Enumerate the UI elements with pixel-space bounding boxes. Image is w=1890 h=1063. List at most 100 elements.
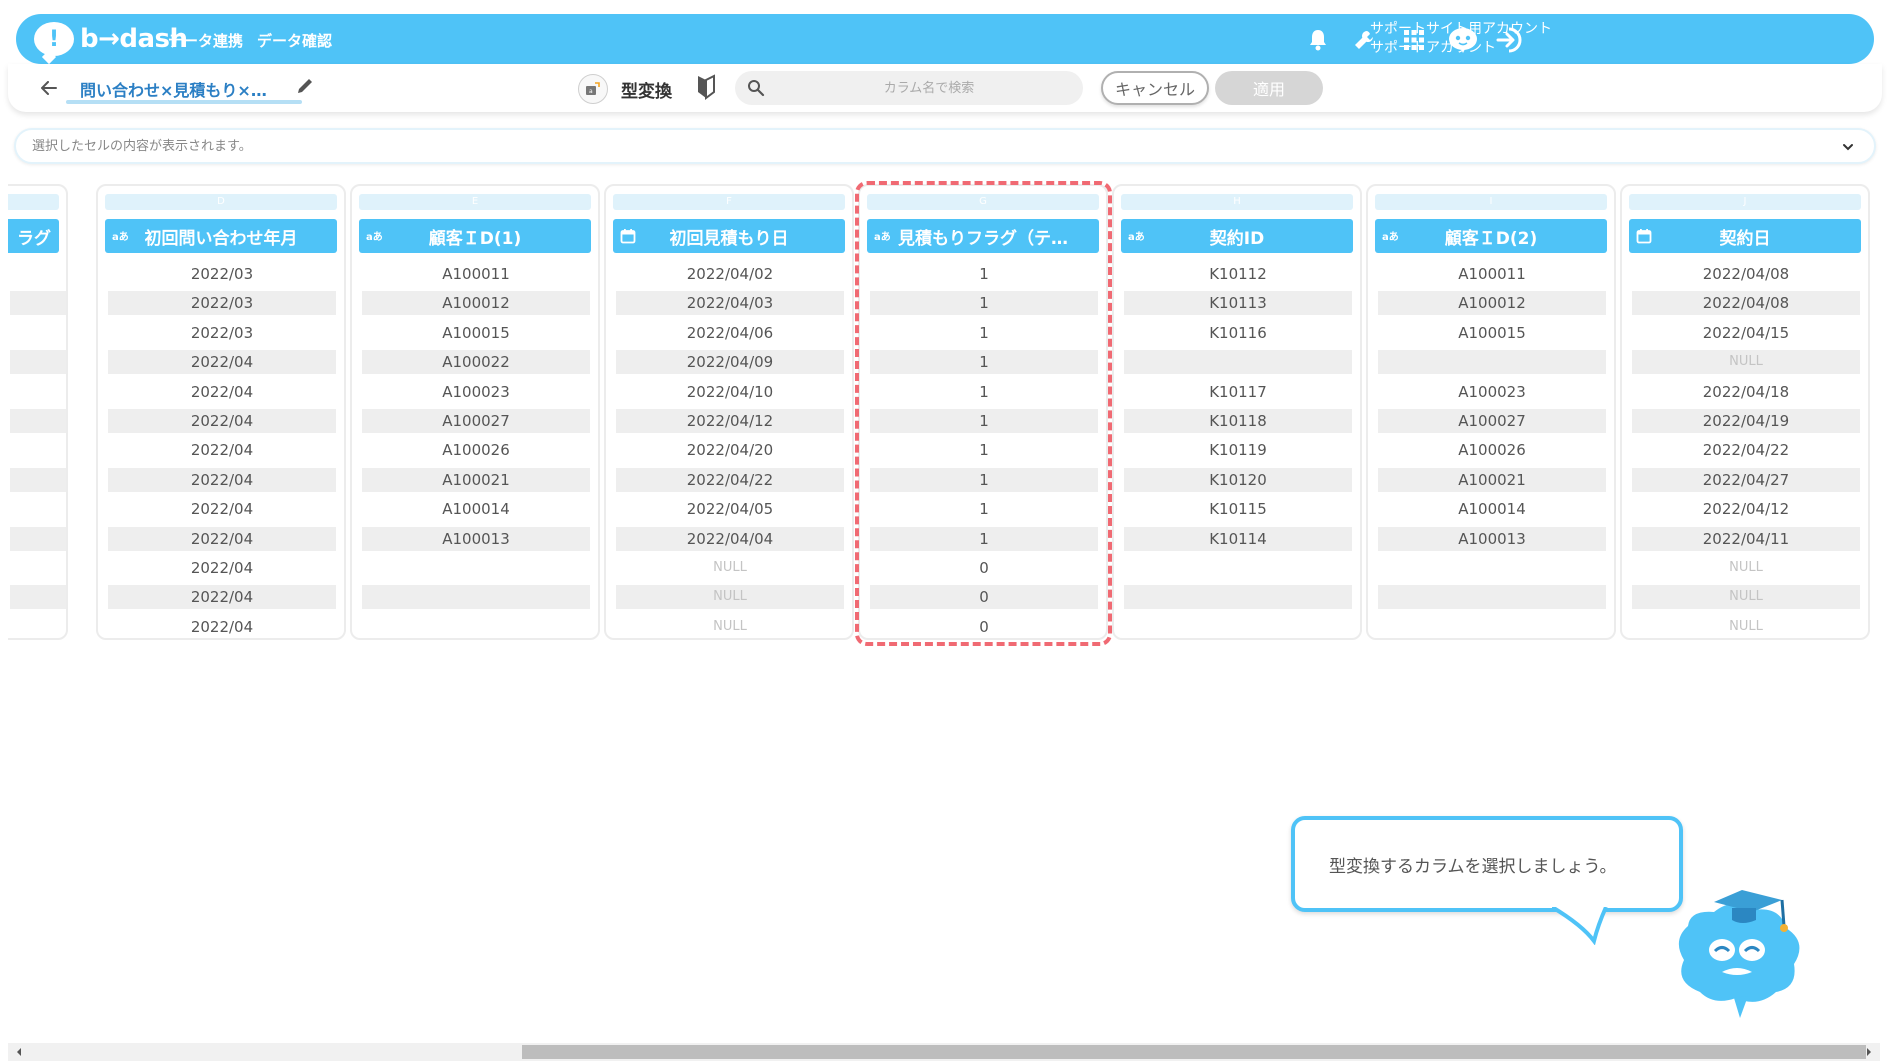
table-cell[interactable]: 2022/04 — [108, 615, 336, 639]
table-cell[interactable]: 2022/04/22 — [616, 468, 844, 492]
cell-content-bar[interactable] — [14, 128, 1876, 164]
table-cell[interactable] — [1124, 556, 1352, 580]
table-cell[interactable]: NULL — [1632, 350, 1860, 374]
table-cell[interactable]: A100026 — [1378, 438, 1606, 462]
table-cell[interactable]: 1 — [870, 497, 1098, 521]
table-cell[interactable]: 2022/04/08 — [1632, 291, 1860, 315]
column-h[interactable]: Haあ 契約ID K10112 K10113 K10116 K10117 K10118 K10… — [1112, 184, 1362, 640]
table-cell[interactable]: A100026 — [362, 438, 590, 462]
column-header[interactable]: 契約日 — [1629, 219, 1861, 253]
nav-data-integration[interactable]: データ連携 — [168, 30, 243, 51]
table-cell[interactable]: A100015 — [1378, 321, 1606, 345]
table-cell[interactable] — [362, 585, 590, 609]
table-cell[interactable]: K10118 — [1124, 409, 1352, 433]
table-cell[interactable]: 2022/04 — [108, 409, 336, 433]
search-input[interactable] — [735, 71, 1083, 105]
table-cell[interactable]: NULL — [1632, 585, 1860, 609]
table-cell[interactable] — [10, 585, 66, 609]
table-cell[interactable]: A100013 — [1378, 527, 1606, 551]
table-cell[interactable]: A100013 — [362, 527, 590, 551]
table-cell[interactable] — [362, 615, 590, 639]
pencil-edit-icon[interactable] — [296, 77, 316, 97]
table-cell[interactable] — [10, 438, 66, 462]
column-header[interactable]: ラグ — [8, 219, 59, 253]
table-cell[interactable]: 2022/03 — [108, 321, 336, 345]
table-cell[interactable]: K10117 — [1124, 380, 1352, 404]
wrench-icon[interactable] — [1350, 26, 1378, 54]
table-cell[interactable]: 2022/04/10 — [616, 380, 844, 404]
table-cell[interactable]: 2022/04/18 — [1632, 380, 1860, 404]
table-cell[interactable]: 2022/04/12 — [1632, 497, 1860, 521]
datasource-title[interactable]: 問い合わせ×見積もり×… — [80, 77, 267, 101]
column-header[interactable]: aあ 顧客ＩD(2) — [1375, 219, 1607, 253]
horizontal-scrollbar[interactable] — [8, 1043, 1880, 1061]
column-g[interactable]: Gaあ 見積もりフラグ（テ… 1 1 1 1 1 1 1 1 1 1 0 0 0 — [858, 184, 1108, 640]
table-cell[interactable] — [10, 262, 66, 286]
table-cell[interactable] — [10, 321, 66, 345]
column-e[interactable]: Eaあ 顧客ＩD(1) A100011 A100012 A100015 A100022 A1… — [350, 184, 600, 640]
table-cell[interactable]: K10119 — [1124, 438, 1352, 462]
table-cell[interactable]: 2022/04/08 — [1632, 262, 1860, 286]
table-cell[interactable]: NULL — [616, 615, 844, 639]
scroll-right-icon[interactable] — [1864, 1047, 1874, 1057]
table-cell[interactable]: 2022/04/15 — [1632, 321, 1860, 345]
chat-mascot-icon[interactable] — [1446, 26, 1480, 54]
table-cell[interactable]: A100021 — [1378, 468, 1606, 492]
table-cell[interactable]: 2022/04/09 — [616, 350, 844, 374]
table-cell[interactable]: 2022/04 — [108, 350, 336, 374]
table-cell[interactable] — [1378, 615, 1606, 639]
table-cell[interactable]: K10114 — [1124, 527, 1352, 551]
table-cell[interactable]: 2022/04/20 — [616, 438, 844, 462]
table-cell[interactable] — [1378, 350, 1606, 374]
column-j[interactable]: J 契約日 2022/04/08 2022/04/08 2022/04/15 NULL 20… — [1620, 184, 1870, 640]
table-cell[interactable] — [10, 556, 66, 580]
table-cell[interactable]: 2022/04/03 — [616, 291, 844, 315]
column-header[interactable]: aあ 見積もりフラグ（テ… — [867, 219, 1099, 253]
table-cell[interactable]: A100014 — [362, 497, 590, 521]
table-cell[interactable] — [1378, 556, 1606, 580]
table-cell[interactable]: 2022/04/27 — [1632, 468, 1860, 492]
table-cell[interactable] — [1124, 615, 1352, 639]
table-cell[interactable]: K10113 — [1124, 291, 1352, 315]
table-cell[interactable] — [10, 350, 66, 374]
column-f[interactable]: F 初回見積もり日 2022/04/02 2022/04/03 2022/04/06 20… — [604, 184, 854, 640]
table-cell[interactable]: A100011 — [362, 262, 590, 286]
table-cell[interactable]: 2022/04/05 — [616, 497, 844, 521]
table-cell[interactable] — [10, 409, 66, 433]
table-cell[interactable] — [10, 527, 66, 551]
table-cell[interactable]: A100012 — [1378, 291, 1606, 315]
table-cell[interactable]: 2022/04/11 — [1632, 527, 1860, 551]
column-header[interactable]: 初回見積もり日 — [613, 219, 845, 253]
table-cell[interactable]: 0 — [870, 556, 1098, 580]
table-cell[interactable] — [10, 291, 66, 315]
table-cell[interactable]: 2022/04/22 — [1632, 438, 1860, 462]
table-cell[interactable]: 2022/04/02 — [616, 262, 844, 286]
table-cell[interactable]: 1 — [870, 291, 1098, 315]
table-cell[interactable] — [10, 380, 66, 404]
column-header[interactable]: aあ 契約ID — [1121, 219, 1353, 253]
cell-content-field[interactable] — [16, 130, 1796, 162]
grid-icon[interactable] — [1400, 26, 1428, 54]
table-cell[interactable]: A100011 — [1378, 262, 1606, 286]
table-cell[interactable]: 2022/04/04 — [616, 527, 844, 551]
bell-icon[interactable] — [1304, 26, 1332, 54]
table-cell[interactable] — [1124, 585, 1352, 609]
table-cell[interactable]: NULL — [1632, 556, 1860, 580]
table-cell[interactable] — [10, 468, 66, 492]
table-cell[interactable]: K10120 — [1124, 468, 1352, 492]
table-cell[interactable]: 1 — [870, 438, 1098, 462]
table-cell[interactable]: A100021 — [362, 468, 590, 492]
table-cell[interactable] — [1124, 350, 1352, 374]
table-cell[interactable]: K10116 — [1124, 321, 1352, 345]
table-cell[interactable]: NULL — [616, 585, 844, 609]
table-cell[interactable]: 1 — [870, 262, 1098, 286]
bdash-logo[interactable]: ! b→dash — [34, 20, 188, 58]
table-cell[interactable]: 2022/04 — [108, 380, 336, 404]
column-d[interactable]: Daあ 初回問い合わせ年月 2022/03 2022/03 2022/03 2022/04… — [96, 184, 346, 640]
table-cell[interactable]: 1 — [870, 350, 1098, 374]
table-cell[interactable]: NULL — [1632, 615, 1860, 639]
table-cell[interactable]: NULL — [616, 556, 844, 580]
table-cell[interactable]: 2022/04 — [108, 556, 336, 580]
table-cell[interactable]: 2022/04 — [108, 497, 336, 521]
table-cell[interactable] — [10, 497, 66, 521]
